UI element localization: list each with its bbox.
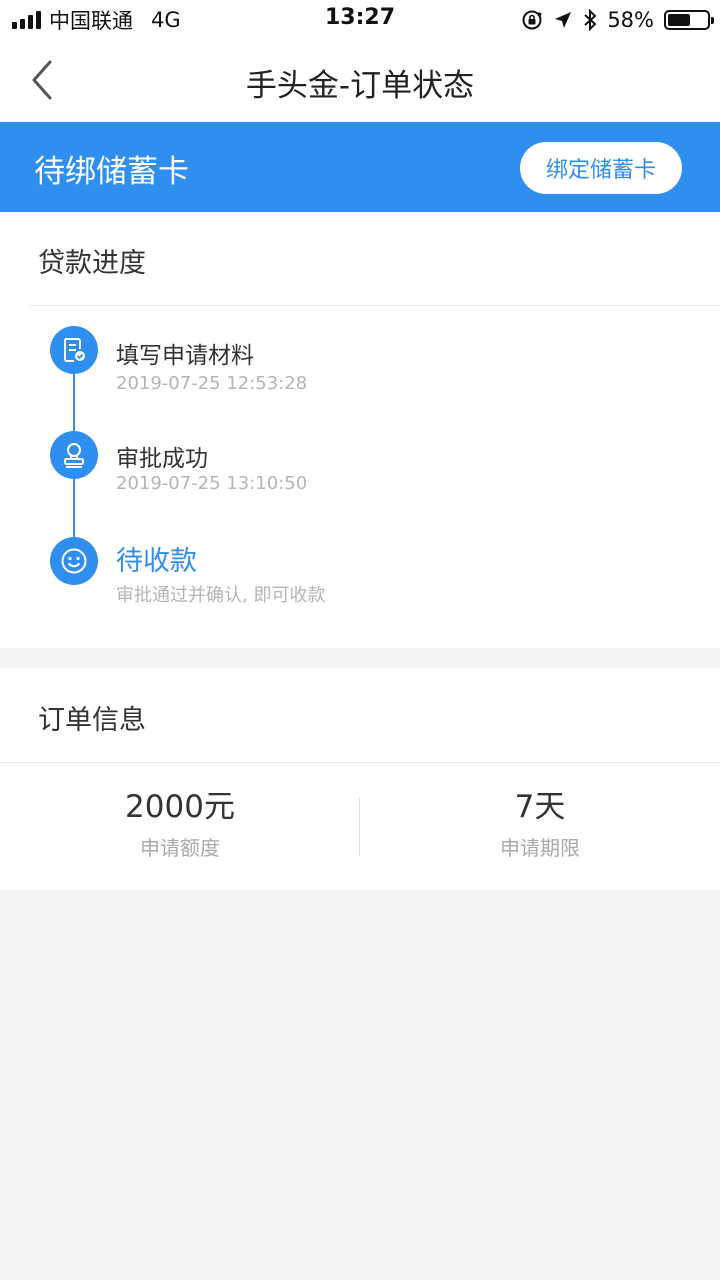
bind-debit-card-button[interactable]: 绑定储蓄卡: [520, 142, 682, 194]
stat-label: 申请期限: [500, 836, 580, 860]
status-right: 58%: [521, 6, 714, 34]
stat-value: 7天: [514, 789, 566, 825]
stat-label: 申请额度: [140, 836, 220, 860]
order-section-title: 订单信息: [38, 705, 146, 736]
timeline-connector: [73, 476, 75, 538]
location-arrow-icon: [553, 10, 573, 30]
timeline-connector: [73, 372, 75, 434]
progress-section-title: 贷款进度: [38, 248, 146, 279]
timeline-step-icon: [50, 431, 98, 479]
bluetooth-icon: [583, 9, 597, 31]
document-check-icon: [64, 338, 85, 362]
approval-stamp-icon: [64, 443, 84, 468]
battery-icon: [664, 10, 714, 30]
timeline-step-icon: [50, 537, 98, 585]
orientation-lock-icon: [521, 9, 543, 31]
battery-percent: 58%: [607, 8, 654, 32]
divider: [30, 305, 720, 306]
smiley-icon: [61, 548, 87, 574]
navigation-bar: 手头金-订单状态: [0, 40, 720, 122]
step-title: 审批成功: [116, 446, 208, 472]
stat-value: 2000元: [125, 789, 235, 825]
order-stat-term: 7天 申请期限: [360, 786, 720, 861]
step-title-active: 待收款: [116, 546, 197, 577]
page-title: 手头金-订单状态: [245, 68, 475, 104]
loan-progress-card: 贷款进度 填写申请材料 2019-07-25 12:53:28 审批成功 201…: [0, 212, 720, 648]
battery-level: [668, 14, 691, 26]
order-status-title: 待绑储蓄卡: [34, 154, 189, 190]
step-description: 审批通过并确认, 即可收款: [116, 585, 326, 606]
divider: [0, 762, 720, 763]
step-title: 填写申请材料: [116, 343, 254, 369]
timeline-step-icon: [50, 326, 98, 374]
status-bar: 中国联通 4G 13:27 58%: [0, 0, 720, 40]
status-banner: 待绑储蓄卡 绑定储蓄卡: [0, 122, 720, 212]
order-info-card: 订单信息 2000元 申请额度 7天 申请期限: [0, 668, 720, 890]
order-stat-amount: 2000元 申请额度: [0, 786, 360, 861]
step-timestamp: 2019-07-25 13:10:50: [116, 473, 308, 494]
step-timestamp: 2019-07-25 12:53:28: [116, 373, 308, 394]
